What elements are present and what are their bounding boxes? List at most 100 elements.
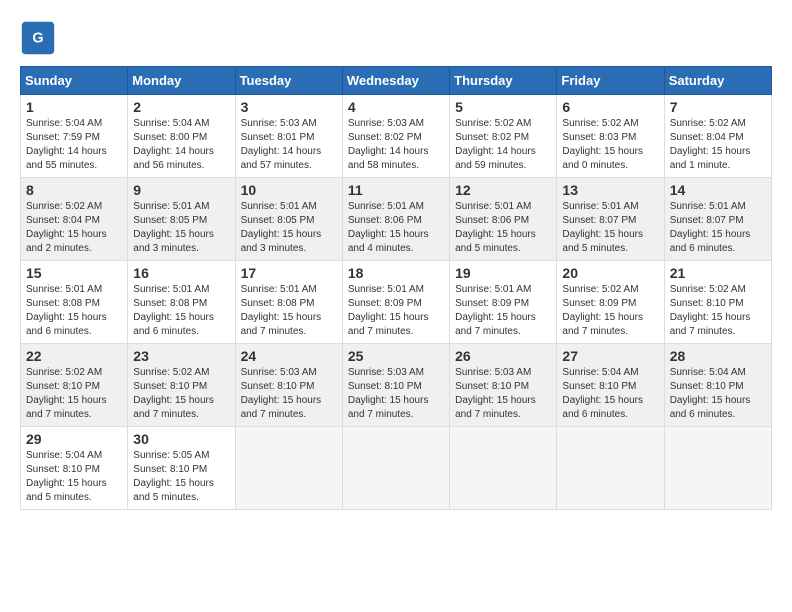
day-info: Sunrise: 5:02 AMSunset: 8:09 PMDaylight:…	[562, 284, 643, 337]
day-cell-22: 22Sunrise: 5:02 AMSunset: 8:10 PMDayligh…	[21, 344, 128, 427]
day-cell-14: 14 Sunrise: 5:01 AMSunset: 8:07 PMDayligh…	[664, 178, 771, 261]
week-row-5: 29Sunrise: 5:04 AMSunset: 8:10 PMDayligh…	[21, 427, 772, 510]
day-number: 1	[26, 99, 122, 115]
day-number: 28	[670, 348, 766, 364]
day-cell-1: 1 Sunrise: 5:04 AMSunset: 7:59 PMDaylight…	[21, 95, 128, 178]
day-info: Sunrise: 5:02 AMSunset: 8:10 PMDaylight:…	[133, 367, 214, 420]
day-cell-20: 20 Sunrise: 5:02 AMSunset: 8:09 PMDayligh…	[557, 261, 664, 344]
day-info: Sunrise: 5:04 AMSunset: 7:59 PMDaylight:…	[26, 118, 107, 171]
day-info: Sunrise: 5:05 AMSunset: 8:10 PMDaylight:…	[133, 450, 214, 503]
day-cell-25: 25 Sunrise: 5:03 AMSunset: 8:10 PMDayligh…	[342, 344, 449, 427]
day-number: 3	[241, 99, 337, 115]
day-cell-4: 4 Sunrise: 5:03 AMSunset: 8:02 PMDaylight…	[342, 95, 449, 178]
week-row-2: 8Sunrise: 5:02 AMSunset: 8:04 PMDaylight…	[21, 178, 772, 261]
day-number: 15	[26, 265, 122, 281]
day-cell-29: 29Sunrise: 5:04 AMSunset: 8:10 PMDayligh…	[21, 427, 128, 510]
day-info: Sunrise: 5:03 AMSunset: 8:01 PMDaylight:…	[241, 118, 322, 171]
day-info: Sunrise: 5:01 AMSunset: 8:06 PMDaylight:…	[348, 201, 429, 254]
calendar-body: 1 Sunrise: 5:04 AMSunset: 7:59 PMDaylight…	[21, 95, 772, 510]
day-cell-26: 26 Sunrise: 5:03 AMSunset: 8:10 PMDayligh…	[450, 344, 557, 427]
day-cell-24: 24 Sunrise: 5:03 AMSunset: 8:10 PMDayligh…	[235, 344, 342, 427]
week-row-1: 1 Sunrise: 5:04 AMSunset: 7:59 PMDaylight…	[21, 95, 772, 178]
day-cell-15: 15 Sunrise: 5:01 AMSunset: 8:08 PMDayligh…	[21, 261, 128, 344]
day-number: 8	[26, 182, 122, 198]
header-saturday: Saturday	[664, 67, 771, 95]
logo-icon: G	[20, 20, 56, 56]
day-number: 10	[241, 182, 337, 198]
day-info: Sunrise: 5:01 AMSunset: 8:08 PMDaylight:…	[133, 284, 214, 337]
header-friday: Friday	[557, 67, 664, 95]
day-info: Sunrise: 5:03 AMSunset: 8:02 PMDaylight:…	[348, 118, 429, 171]
day-cell-2: 2 Sunrise: 5:04 AMSunset: 8:00 PMDaylight…	[128, 95, 235, 178]
day-cell-3: 3 Sunrise: 5:03 AMSunset: 8:01 PMDaylight…	[235, 95, 342, 178]
day-number: 9	[133, 182, 229, 198]
day-info: Sunrise: 5:04 AMSunset: 8:00 PMDaylight:…	[133, 118, 214, 171]
header-tuesday: Tuesday	[235, 67, 342, 95]
day-number: 25	[348, 348, 444, 364]
empty-cell	[664, 427, 771, 510]
day-cell-7: 7 Sunrise: 5:02 AMSunset: 8:04 PMDaylight…	[664, 95, 771, 178]
day-info: Sunrise: 5:01 AMSunset: 8:09 PMDaylight:…	[348, 284, 429, 337]
day-number: 30	[133, 431, 229, 447]
day-number: 17	[241, 265, 337, 281]
day-cell-18: 18Sunrise: 5:01 AMSunset: 8:09 PMDayligh…	[342, 261, 449, 344]
day-number: 23	[133, 348, 229, 364]
day-cell-9: 9Sunrise: 5:01 AMSunset: 8:05 PMDaylight…	[128, 178, 235, 261]
day-info: Sunrise: 5:01 AMSunset: 8:07 PMDaylight:…	[670, 201, 751, 254]
header-sunday: Sunday	[21, 67, 128, 95]
day-cell-13: 13Sunrise: 5:01 AMSunset: 8:07 PMDayligh…	[557, 178, 664, 261]
day-info: Sunrise: 5:04 AMSunset: 8:10 PMDaylight:…	[670, 367, 751, 420]
day-number: 6	[562, 99, 658, 115]
calendar-table: Sunday Monday Tuesday Wednesday Thursday…	[20, 66, 772, 510]
svg-text:G: G	[32, 31, 43, 47]
logo: G	[20, 20, 62, 56]
day-cell-28: 28 Sunrise: 5:04 AMSunset: 8:10 PMDayligh…	[664, 344, 771, 427]
day-number: 12	[455, 182, 551, 198]
day-number: 5	[455, 99, 551, 115]
day-info: Sunrise: 5:02 AMSunset: 8:10 PMDaylight:…	[670, 284, 751, 337]
day-cell-12: 12 Sunrise: 5:01 AMSunset: 8:06 PMDayligh…	[450, 178, 557, 261]
day-number: 21	[670, 265, 766, 281]
day-info: Sunrise: 5:01 AMSunset: 8:05 PMDaylight:…	[241, 201, 322, 254]
day-info: Sunrise: 5:02 AMSunset: 8:10 PMDaylight:…	[26, 367, 107, 420]
day-cell-27: 27 Sunrise: 5:04 AMSunset: 8:10 PMDayligh…	[557, 344, 664, 427]
day-number: 27	[562, 348, 658, 364]
page-header: G	[20, 20, 772, 56]
day-cell-10: 10 Sunrise: 5:01 AMSunset: 8:05 PMDayligh…	[235, 178, 342, 261]
day-cell-23: 23 Sunrise: 5:02 AMSunset: 8:10 PMDayligh…	[128, 344, 235, 427]
day-info: Sunrise: 5:01 AMSunset: 8:09 PMDaylight:…	[455, 284, 536, 337]
empty-cell	[235, 427, 342, 510]
day-number: 26	[455, 348, 551, 364]
day-info: Sunrise: 5:04 AMSunset: 8:10 PMDaylight:…	[562, 367, 643, 420]
empty-cell	[557, 427, 664, 510]
day-info: Sunrise: 5:01 AMSunset: 8:06 PMDaylight:…	[455, 201, 536, 254]
week-row-4: 22Sunrise: 5:02 AMSunset: 8:10 PMDayligh…	[21, 344, 772, 427]
day-cell-17: 17Sunrise: 5:01 AMSunset: 8:08 PMDayligh…	[235, 261, 342, 344]
day-cell-21: 21 Sunrise: 5:02 AMSunset: 8:10 PMDayligh…	[664, 261, 771, 344]
day-info: Sunrise: 5:03 AMSunset: 8:10 PMDaylight:…	[348, 367, 429, 420]
day-cell-19: 19 Sunrise: 5:01 AMSunset: 8:09 PMDayligh…	[450, 261, 557, 344]
day-number: 4	[348, 99, 444, 115]
weekday-header-row: Sunday Monday Tuesday Wednesday Thursday…	[21, 67, 772, 95]
day-number: 20	[562, 265, 658, 281]
day-number: 2	[133, 99, 229, 115]
day-info: Sunrise: 5:02 AMSunset: 8:04 PMDaylight:…	[670, 118, 751, 171]
day-number: 16	[133, 265, 229, 281]
day-info: Sunrise: 5:03 AMSunset: 8:10 PMDaylight:…	[241, 367, 322, 420]
day-number: 11	[348, 182, 444, 198]
day-cell-8: 8Sunrise: 5:02 AMSunset: 8:04 PMDaylight…	[21, 178, 128, 261]
day-number: 19	[455, 265, 551, 281]
day-info: Sunrise: 5:03 AMSunset: 8:10 PMDaylight:…	[455, 367, 536, 420]
day-number: 24	[241, 348, 337, 364]
header-wednesday: Wednesday	[342, 67, 449, 95]
day-info: Sunrise: 5:01 AMSunset: 8:08 PMDaylight:…	[26, 284, 107, 337]
empty-cell	[342, 427, 449, 510]
day-cell-30: 30 Sunrise: 5:05 AMSunset: 8:10 PMDayligh…	[128, 427, 235, 510]
header-thursday: Thursday	[450, 67, 557, 95]
day-number: 29	[26, 431, 122, 447]
day-cell-5: 5Sunrise: 5:02 AMSunset: 8:02 PMDaylight…	[450, 95, 557, 178]
day-info: Sunrise: 5:01 AMSunset: 8:07 PMDaylight:…	[562, 201, 643, 254]
day-number: 14	[670, 182, 766, 198]
week-row-3: 15 Sunrise: 5:01 AMSunset: 8:08 PMDayligh…	[21, 261, 772, 344]
day-number: 7	[670, 99, 766, 115]
